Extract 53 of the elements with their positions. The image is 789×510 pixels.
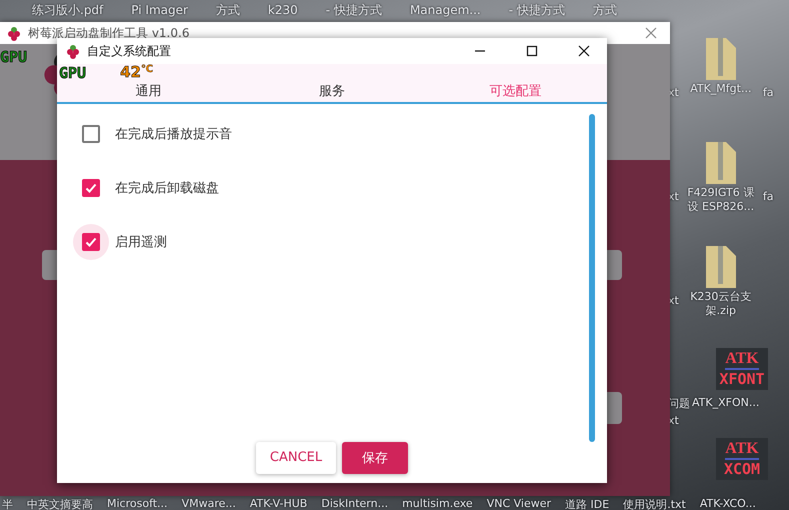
- file-label[interactable]: 问题: [668, 396, 690, 411]
- file-label[interactable]: 道路 IDE: [565, 497, 610, 510]
- zip-file-icon: [704, 244, 738, 290]
- option-label: 在完成后卸载磁盘: [115, 180, 219, 197]
- file-label[interactable]: - 快捷方式: [508, 2, 565, 18]
- file-label[interactable]: ATK-V-HUB: [250, 497, 308, 510]
- temperature-unit: ℃: [140, 64, 154, 75]
- checkbox[interactable]: [82, 232, 100, 251]
- cancel-button[interactable]: CANCEL: [256, 442, 336, 474]
- maximize-icon: [526, 45, 538, 57]
- file-label[interactable]: - 快捷方式: [326, 2, 382, 18]
- gpu-monitor-label: GPU: [59, 64, 86, 82]
- file-label[interactable]: 练习版小.pdf: [32, 2, 104, 18]
- app-logo[interactable]: ATK XCOM: [716, 438, 768, 480]
- file-label[interactable]: Pi Imager: [131, 3, 188, 17]
- file-label[interactable]: 方式: [592, 2, 617, 18]
- file-label[interactable]: ATK_XFON...: [692, 396, 760, 409]
- close-icon: [578, 45, 590, 57]
- close-icon: [644, 26, 658, 40]
- file-label[interactable]: 中英文摘要高: [27, 497, 93, 510]
- tab[interactable]: 可选配置: [424, 80, 607, 102]
- file-label[interactable]: VNC Viewer: [486, 497, 552, 510]
- file-label[interactable]: F429IGT6 课设 ESP826...: [682, 186, 759, 214]
- save-button[interactable]: 保存: [342, 442, 408, 474]
- checkbox[interactable]: [82, 124, 100, 143]
- zip-file-icon: [704, 36, 738, 82]
- file-label[interactable]: multisim.exe: [402, 497, 473, 510]
- zip-file-icon: [704, 140, 738, 186]
- file-label[interactable]: fa: [762, 190, 774, 203]
- app-logo[interactable]: ATK XFONT: [716, 348, 768, 390]
- window-title: 自定义系统配置: [87, 42, 171, 60]
- scrollbar[interactable]: [589, 114, 595, 442]
- file-label[interactable]: VMware...: [182, 497, 236, 510]
- file-label[interactable]: ATK_Mfgt...: [682, 82, 759, 96]
- file-label[interactable]: 半: [2, 497, 13, 510]
- checkbox[interactable]: [82, 178, 100, 197]
- file-label[interactable]: Microsoft...: [107, 497, 168, 510]
- file-label[interactable]: DiskIntern...: [321, 497, 388, 510]
- option-label: 启用遥测: [115, 234, 167, 251]
- file-label[interactable]: 方式: [216, 2, 240, 18]
- raspberry-icon: [6, 25, 22, 41]
- tab[interactable]: 通用: [57, 80, 240, 102]
- file-label[interactable]: fa: [762, 86, 774, 99]
- file-label[interactable]: K230云台支架.zip: [682, 290, 759, 318]
- tab[interactable]: 服务: [240, 80, 424, 102]
- option-label: 在完成后播放提示音: [115, 126, 232, 143]
- file-label[interactable]: 使用说明.txt: [623, 497, 686, 510]
- raspberry-icon: [65, 43, 81, 59]
- temperature-reading: 42: [120, 64, 141, 80]
- gpu-monitor-label: GPU: [0, 48, 28, 66]
- file-label[interactable]: k230: [268, 3, 298, 17]
- file-label[interactable]: ATK-XCO...: [700, 497, 756, 510]
- file-label[interactable]: Managem...: [410, 3, 481, 17]
